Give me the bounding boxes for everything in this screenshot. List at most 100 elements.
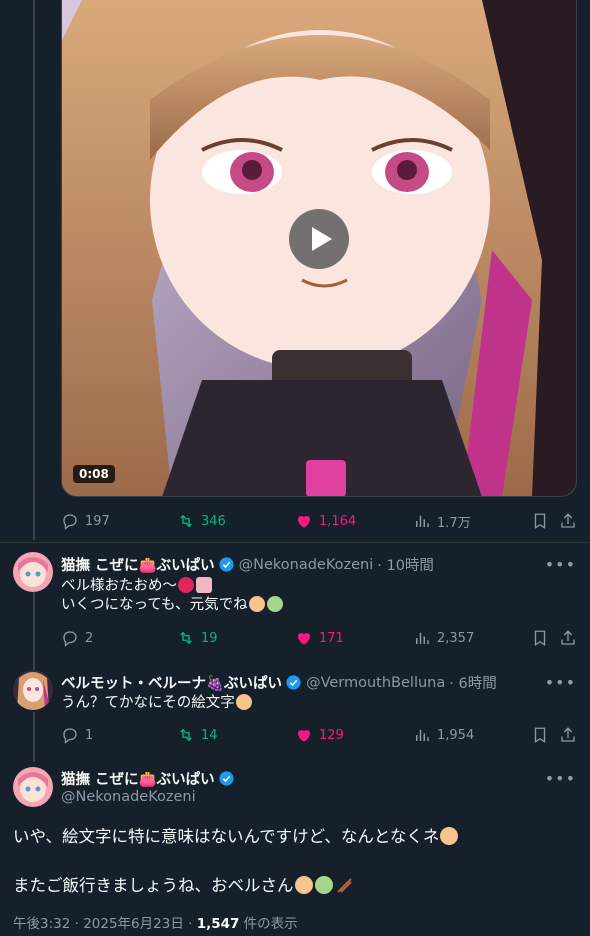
reply-icon bbox=[63, 631, 77, 647]
views-count: 2,357 bbox=[437, 630, 475, 646]
bookmark-button[interactable] bbox=[531, 509, 549, 533]
retweet-button[interactable]: 14 bbox=[177, 723, 218, 747]
like-button[interactable]: 171 bbox=[295, 626, 344, 650]
more-icon[interactable]: ••• bbox=[545, 555, 576, 574]
reply-count: 197 bbox=[85, 513, 110, 529]
like-count: 1,164 bbox=[319, 513, 357, 529]
retweet-count: 346 bbox=[201, 513, 226, 529]
elder-emoji-icon bbox=[235, 694, 252, 710]
retweet-button[interactable]: 19 bbox=[177, 626, 218, 650]
thread-connector bbox=[33, 712, 35, 762]
views-count: 1,954 bbox=[437, 727, 475, 743]
avatar[interactable] bbox=[13, 767, 53, 807]
verified-badge-icon bbox=[219, 771, 234, 786]
heart-icon bbox=[297, 632, 311, 645]
user-handle[interactable]: @NekonadeKozeni bbox=[239, 557, 374, 573]
share-button[interactable] bbox=[559, 626, 577, 650]
heart-emoji-icon bbox=[178, 577, 194, 593]
chopsticks-emoji-icon bbox=[335, 876, 353, 894]
more-icon[interactable]: ••• bbox=[545, 673, 576, 692]
tweet-text-line: ベル様おたおめ～ bbox=[61, 578, 177, 594]
tweet-text-line: いや、絵文字に特に意味はないんですけど、なんとなくネ bbox=[13, 827, 440, 846]
views-label: 件の表示 bbox=[239, 916, 298, 932]
views-icon bbox=[416, 515, 429, 527]
retweet-icon bbox=[180, 728, 192, 742]
thread-connector bbox=[33, 0, 35, 540]
tweet-text: ベル様おたおめ～ bbox=[61, 577, 213, 596]
tweet-header: 猫撫 こぜに👛ぶいぱい bbox=[61, 768, 235, 789]
elder-emoji-icon bbox=[294, 876, 313, 894]
bookmark-button[interactable] bbox=[531, 723, 549, 747]
reply-icon bbox=[63, 728, 77, 744]
tweet-text-line: うん？てかなにその絵文字 bbox=[61, 695, 235, 711]
retweet-icon bbox=[180, 514, 192, 528]
views-button[interactable]: 1,954 bbox=[413, 723, 474, 747]
reply-button[interactable]: 197 bbox=[61, 509, 110, 533]
bookmark-button[interactable] bbox=[531, 626, 549, 650]
avatar-image bbox=[13, 767, 53, 807]
share-button[interactable] bbox=[559, 723, 577, 747]
elder-emoji-icon bbox=[440, 827, 459, 845]
verified-badge-icon bbox=[219, 557, 234, 572]
display-name[interactable]: 猫撫 こぜに👛ぶいぱい bbox=[61, 768, 215, 789]
reply-icon bbox=[63, 514, 77, 530]
tweet-header: 猫撫 こぜに👛ぶいぱい @NekonadeKozeni · 10時間 bbox=[61, 554, 434, 575]
tweet-text: またご飯行きましょうね、おベルさん bbox=[13, 872, 354, 896]
like-count: 129 bbox=[319, 727, 344, 743]
tweet-timestamp[interactable]: 午後3:32 · 2025年6月23日 · bbox=[13, 916, 197, 932]
thread-connector bbox=[33, 592, 35, 670]
bookmark-icon bbox=[534, 630, 546, 647]
tweet-actions: 197 346 1,164 1.7万 bbox=[61, 509, 581, 533]
divider bbox=[0, 542, 590, 543]
cake-emoji-icon bbox=[196, 577, 212, 593]
verified-badge-icon bbox=[286, 675, 301, 690]
rice-bowl-emoji-icon bbox=[266, 596, 283, 612]
views-count: 1.7万 bbox=[437, 515, 471, 531]
avatar-image bbox=[13, 552, 53, 592]
tweet-text: いくつになっても、元気でね bbox=[61, 596, 284, 615]
more-icon[interactable]: ••• bbox=[545, 769, 576, 788]
avatar[interactable] bbox=[13, 670, 53, 710]
video-duration: 0:08 bbox=[73, 465, 115, 483]
avatar[interactable] bbox=[13, 552, 53, 592]
views-icon bbox=[416, 632, 429, 644]
play-icon bbox=[312, 227, 332, 251]
like-button[interactable]: 129 bbox=[295, 723, 344, 747]
reply-button[interactable]: 1 bbox=[61, 723, 93, 747]
views-button[interactable]: 2,357 bbox=[413, 626, 474, 650]
retweet-icon bbox=[180, 631, 192, 645]
display-name[interactable]: ベルモット・ベルーナ🍇ぶいぱい bbox=[61, 672, 282, 693]
retweet-button[interactable]: 346 bbox=[177, 509, 226, 533]
tweet-handle-row: @NekonadeKozeni bbox=[61, 789, 196, 805]
play-button[interactable] bbox=[289, 209, 349, 269]
rice-bowl-emoji-icon bbox=[314, 876, 333, 894]
timestamp[interactable]: · 6時間 bbox=[449, 672, 496, 693]
views-button[interactable]: 1.7万 bbox=[413, 509, 471, 533]
reply-count: 2 bbox=[85, 630, 94, 646]
user-handle[interactable]: @NekonadeKozeni bbox=[61, 789, 196, 805]
timestamp[interactable]: · 10時間 bbox=[377, 554, 434, 575]
tweet-text-line: またご飯行きましょうね、おベルさん bbox=[13, 876, 294, 895]
display-name[interactable]: 猫撫 こぜに👛ぶいぱい bbox=[61, 554, 215, 575]
tweet-text: いや、絵文字に特に意味はないんですけど、なんとなくネ bbox=[13, 823, 459, 847]
reply-button[interactable]: 2 bbox=[61, 626, 93, 650]
like-count: 171 bbox=[319, 630, 344, 646]
tweet-actions: 2 19 171 2,357 bbox=[61, 626, 581, 650]
tweet-header: ベルモット・ベルーナ🍇ぶいぱい @VermouthBelluna · 6時間 bbox=[61, 672, 497, 693]
share-icon bbox=[561, 513, 575, 528]
bookmark-icon bbox=[534, 727, 546, 744]
bookmark-icon bbox=[534, 513, 546, 530]
views-count: 1,547 bbox=[196, 916, 240, 932]
share-icon bbox=[561, 630, 575, 645]
retweet-count: 14 bbox=[201, 727, 218, 743]
user-handle[interactable]: @VermouthBelluna bbox=[306, 675, 445, 691]
share-button[interactable] bbox=[559, 509, 577, 533]
like-button[interactable]: 1,164 bbox=[295, 509, 356, 533]
tweet-meta: 午後3:32 · 2025年6月23日 · 1,547 件の表示 bbox=[13, 912, 298, 932]
share-icon bbox=[561, 727, 575, 742]
views-icon bbox=[416, 729, 429, 741]
tweet-actions: 1 14 129 1,954 bbox=[61, 723, 581, 747]
tweet-text-line: いくつになっても、元気でね bbox=[61, 597, 248, 613]
heart-icon bbox=[297, 729, 311, 742]
reply-count: 1 bbox=[85, 727, 94, 743]
